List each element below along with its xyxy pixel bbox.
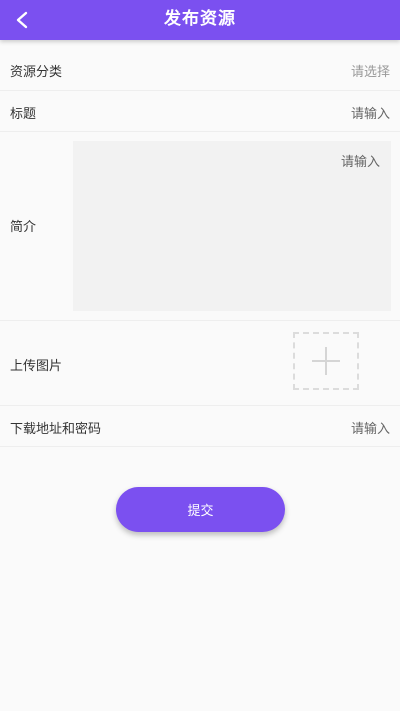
intro-row: 简介 请输入: [0, 132, 400, 321]
app-header: 发布资源: [0, 0, 400, 40]
plus-icon: [312, 347, 340, 375]
download-row: 下载地址和密码 请输入: [0, 406, 400, 447]
download-input[interactable]: 请输入: [351, 418, 390, 437]
publish-form: 资源分类 请选择 标题 请输入 简介 请输入 上传图片 下载地址和密码 请输入: [0, 48, 400, 447]
upload-image-button[interactable]: [293, 332, 359, 390]
upload-row: 上传图片: [0, 321, 400, 406]
title-row: 标题 请输入: [0, 91, 400, 132]
category-label: 资源分类: [10, 65, 63, 80]
title-input[interactable]: 请输入: [351, 103, 390, 122]
page-title: 发布资源: [164, 9, 236, 29]
category-row[interactable]: 资源分类 请选择: [0, 48, 400, 91]
title-label: 标题: [10, 107, 37, 122]
upload-label: 上传图片: [10, 359, 63, 374]
intro-textarea[interactable]: [73, 141, 391, 311]
intro-label: 简介: [10, 220, 37, 235]
category-select[interactable]: 请选择: [351, 61, 390, 80]
download-label: 下载地址和密码: [10, 422, 102, 437]
submit-button[interactable]: 提交: [116, 487, 285, 532]
